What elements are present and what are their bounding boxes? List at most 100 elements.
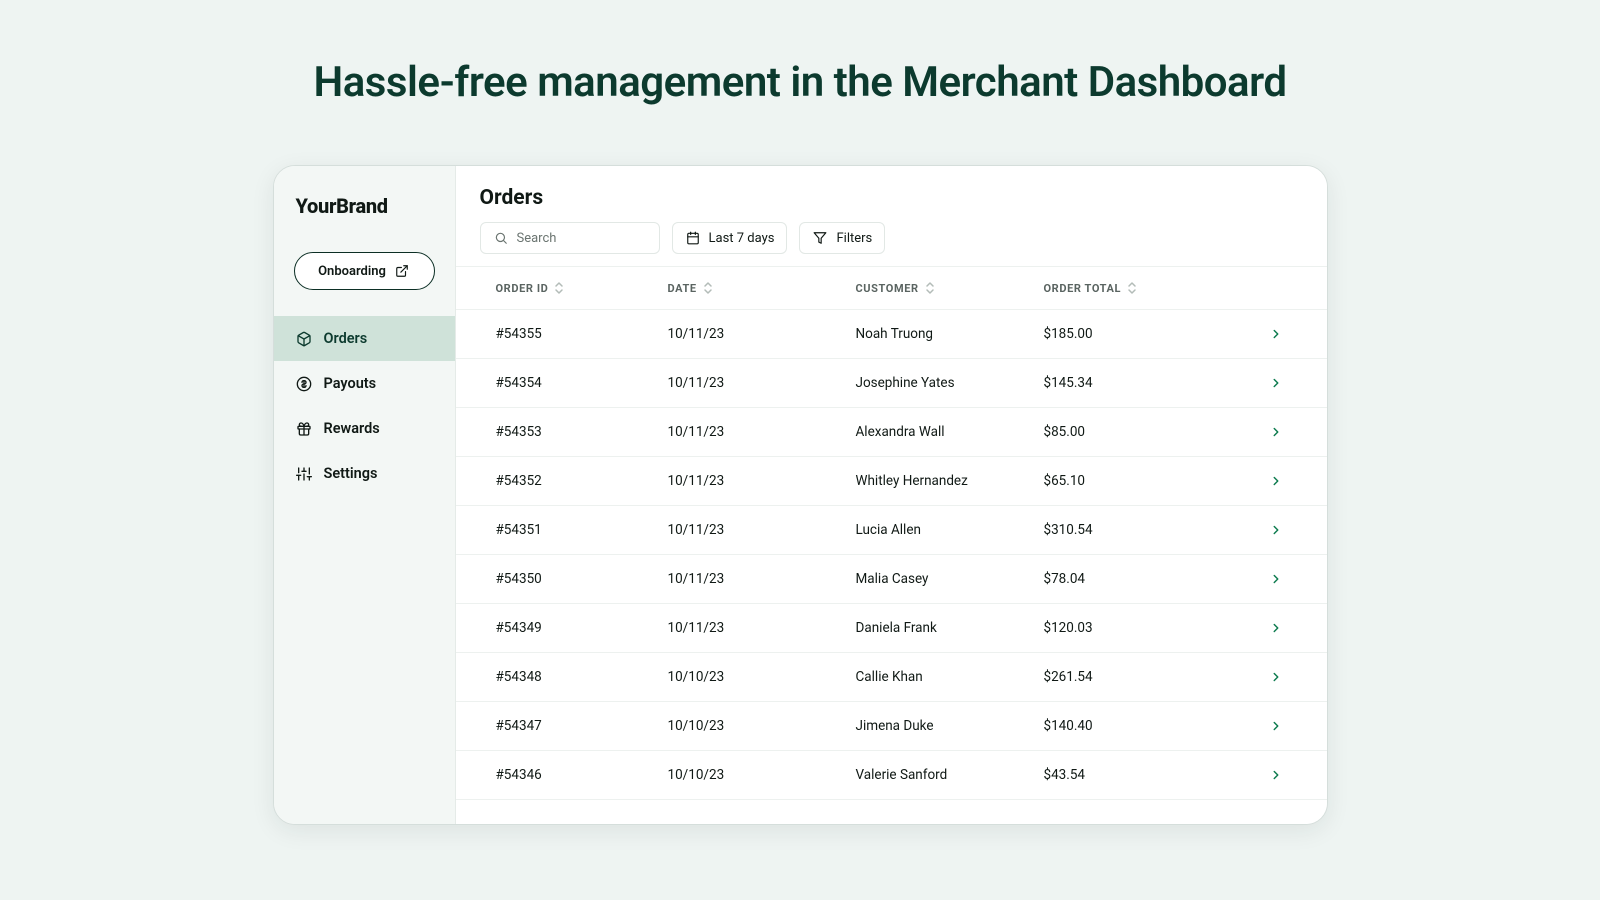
device-frame: YourBrand Onboarding Orders Payouts Reward… xyxy=(273,165,1328,825)
date-filter-label: Last 7 days xyxy=(709,231,775,246)
cell-order-id: #54353 xyxy=(480,424,668,440)
sidebar-item-orders[interactable]: Orders xyxy=(274,316,455,361)
page-title: Orders xyxy=(456,166,1327,222)
cell-customer: Noah Truong xyxy=(856,326,1044,342)
cell-date: 10/11/23 xyxy=(668,620,856,636)
cell-date: 10/11/23 xyxy=(668,326,856,342)
column-header-customer[interactable]: CUSTOMER xyxy=(856,281,1044,295)
cell-total: $261.54 xyxy=(1044,669,1220,685)
hero-title: Hassle-free management in the Merchant D… xyxy=(0,0,1600,107)
date-filter-button[interactable]: Last 7 days xyxy=(672,222,788,254)
cell-date: 10/11/23 xyxy=(668,375,856,391)
table-row[interactable]: #5434610/10/23Valerie Sanford$43.54 xyxy=(456,751,1327,800)
onboarding-button[interactable]: Onboarding xyxy=(294,252,435,290)
table-row[interactable]: #5434910/11/23Daniela Frank$120.03 xyxy=(456,604,1327,653)
sliders-icon xyxy=(296,466,312,482)
search-placeholder: Search xyxy=(517,231,557,246)
chevron-right-icon xyxy=(1220,768,1303,782)
sidebar-item-label: Orders xyxy=(324,330,368,347)
table-row[interactable]: #5435510/11/23Noah Truong$185.00 xyxy=(456,310,1327,359)
cell-order-id: #54352 xyxy=(480,473,668,489)
cell-customer: Jimena Duke xyxy=(856,718,1044,734)
filters-label: Filters xyxy=(836,231,872,246)
table-row[interactable]: #5435010/11/23Malia Casey$78.04 xyxy=(456,555,1327,604)
cell-total: $310.54 xyxy=(1044,522,1220,538)
external-link-icon xyxy=(394,263,410,279)
cell-date: 10/11/23 xyxy=(668,571,856,587)
sidebar-item-label: Settings xyxy=(324,465,378,482)
cell-total: $120.03 xyxy=(1044,620,1220,636)
table-row[interactable]: #5435310/11/23Alexandra Wall$85.00 xyxy=(456,408,1327,457)
cell-customer: Lucia Allen xyxy=(856,522,1044,538)
cell-customer: Malia Casey xyxy=(856,571,1044,587)
cell-customer: Alexandra Wall xyxy=(856,424,1044,440)
table-row[interactable]: #5435110/11/23Lucia Allen$310.54 xyxy=(456,506,1327,555)
cell-date: 10/10/23 xyxy=(668,718,856,734)
cell-customer: Callie Khan xyxy=(856,669,1044,685)
filters-button[interactable]: Filters xyxy=(799,222,885,254)
cell-date: 10/10/23 xyxy=(668,767,856,783)
cell-order-id: #54347 xyxy=(480,718,668,734)
cell-date: 10/10/23 xyxy=(668,669,856,685)
cell-total: $145.34 xyxy=(1044,375,1220,391)
cell-total: $78.04 xyxy=(1044,571,1220,587)
chevron-right-icon xyxy=(1220,719,1303,733)
chevron-right-icon xyxy=(1220,572,1303,586)
cell-order-id: #54349 xyxy=(480,620,668,636)
table-row[interactable]: #5435210/11/23Whitley Hernandez$65.10 xyxy=(456,457,1327,506)
toolbar: Search Last 7 days Filters xyxy=(456,222,1327,267)
sidebar-item-settings[interactable]: Settings xyxy=(274,451,455,496)
sidebar-item-label: Rewards xyxy=(324,420,380,437)
sort-icon xyxy=(925,281,935,295)
cell-customer: Whitley Hernandez xyxy=(856,473,1044,489)
chevron-right-icon xyxy=(1220,474,1303,488)
brand-logo: YourBrand xyxy=(274,188,455,246)
cell-total: $65.10 xyxy=(1044,473,1220,489)
onboarding-label: Onboarding xyxy=(318,264,386,279)
table-row[interactable]: #5434810/10/23Callie Khan$261.54 xyxy=(456,653,1327,702)
chevron-right-icon xyxy=(1220,523,1303,537)
cell-customer: Valerie Sanford xyxy=(856,767,1044,783)
cell-total: $43.54 xyxy=(1044,767,1220,783)
sidebar-item-rewards[interactable]: Rewards xyxy=(274,406,455,451)
chevron-right-icon xyxy=(1220,327,1303,341)
column-header-order-id[interactable]: ORDER ID xyxy=(480,281,668,295)
cell-order-id: #54346 xyxy=(480,767,668,783)
filter-icon xyxy=(812,230,828,246)
cell-order-id: #54355 xyxy=(480,326,668,342)
sidebar-item-payouts[interactable]: Payouts xyxy=(274,361,455,406)
column-header-date[interactable]: DATE xyxy=(668,281,856,295)
sort-icon xyxy=(703,281,713,295)
sidebar-item-label: Payouts xyxy=(324,375,377,392)
table-row[interactable]: #5434710/10/23Jimena Duke$140.40 xyxy=(456,702,1327,751)
search-icon xyxy=(493,230,509,246)
main-content: Orders Search Last 7 days Filters xyxy=(456,166,1327,824)
sort-icon xyxy=(1127,281,1137,295)
gift-icon xyxy=(296,421,312,437)
cell-order-id: #54354 xyxy=(480,375,668,391)
package-icon xyxy=(296,331,312,347)
cell-date: 10/11/23 xyxy=(668,473,856,489)
cell-total: $140.40 xyxy=(1044,718,1220,734)
cell-order-id: #54351 xyxy=(480,522,668,538)
chevron-right-icon xyxy=(1220,425,1303,439)
dollar-icon xyxy=(296,376,312,392)
table-body: #5435510/11/23Noah Truong$185.00#5435410… xyxy=(456,310,1327,824)
chevron-right-icon xyxy=(1220,621,1303,635)
table-header: ORDER ID DATE CUSTOMER ORDER TOTAL xyxy=(456,267,1327,310)
sidebar: YourBrand Onboarding Orders Payouts Reward… xyxy=(274,166,456,824)
cell-total: $85.00 xyxy=(1044,424,1220,440)
cell-customer: Josephine Yates xyxy=(856,375,1044,391)
calendar-icon xyxy=(685,230,701,246)
cell-date: 10/11/23 xyxy=(668,522,856,538)
cell-date: 10/11/23 xyxy=(668,424,856,440)
cell-total: $185.00 xyxy=(1044,326,1220,342)
cell-order-id: #54348 xyxy=(480,669,668,685)
sort-icon xyxy=(554,281,564,295)
chevron-right-icon xyxy=(1220,376,1303,390)
search-input[interactable]: Search xyxy=(480,222,660,254)
table-row[interactable]: #5435410/11/23Josephine Yates$145.34 xyxy=(456,359,1327,408)
column-header-order-total[interactable]: ORDER TOTAL xyxy=(1044,281,1220,295)
cell-order-id: #54350 xyxy=(480,571,668,587)
cell-customer: Daniela Frank xyxy=(856,620,1044,636)
